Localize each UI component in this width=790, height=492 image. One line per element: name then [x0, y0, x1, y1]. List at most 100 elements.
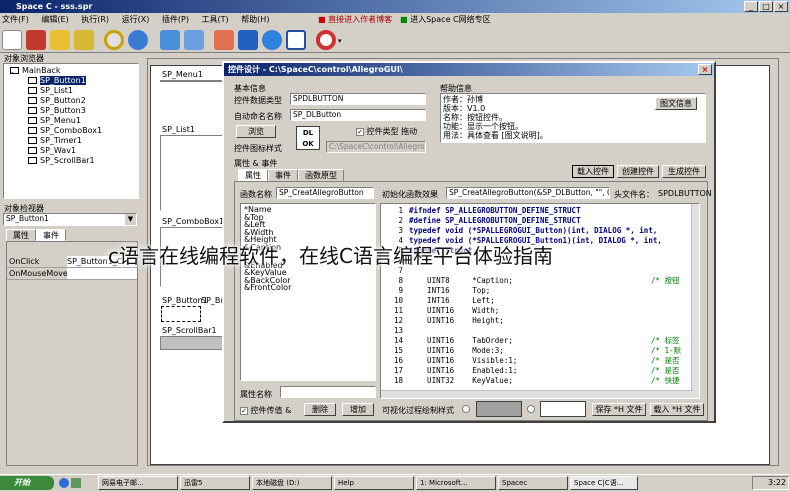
menu-plugin[interactable]: 插件(P)	[162, 15, 189, 24]
tree-item[interactable]: SP_ScrollBar1	[10, 156, 138, 166]
gear-settings-icon[interactable]	[160, 30, 180, 50]
start-button[interactable]: 开始	[0, 476, 54, 490]
delete-button[interactable]: 删除	[304, 403, 336, 416]
new-file-icon[interactable]	[2, 30, 22, 50]
maximize-button[interactable]: □	[759, 1, 773, 12]
task-microsoft[interactable]: 1: Microsoft...	[416, 476, 496, 490]
code-line: 15 UINT16 Mode:3; /* 1-默	[381, 346, 699, 356]
horizontal-scrollbar[interactable]	[381, 390, 693, 398]
vertical-scrollbar[interactable]	[691, 204, 699, 398]
desktop-icon[interactable]	[71, 478, 81, 488]
control-icon	[28, 147, 37, 154]
tree-item[interactable]: SP_ComboBox1	[10, 126, 138, 136]
func-name-field[interactable]: SP_CreatAllegroButton	[276, 187, 374, 199]
tab-properties[interactable]: 属性	[6, 229, 36, 241]
chevron-down-icon[interactable]: ▾	[338, 37, 342, 45]
design-list-box[interactable]	[160, 135, 224, 211]
design-scrollbar[interactable]	[160, 336, 224, 350]
design-label-menu[interactable]: SP_Menu1	[162, 70, 203, 79]
toolbar: ▾	[0, 27, 790, 53]
browse-button[interactable]: 浏览	[236, 125, 276, 138]
menu-help[interactable]: 帮助(H)	[241, 15, 269, 24]
type-field[interactable]: SPDLBUTTON	[290, 93, 426, 105]
line-number: 9	[398, 286, 403, 295]
props-list[interactable]: *Name &Top &Left &Width &Height &Caption…	[240, 203, 376, 381]
color-swatch-gray[interactable]	[476, 401, 522, 417]
code-editor[interactable]: 1 #ifndef SP_ALLEGROBUTTON_DEFINE_STRUCT 2…	[380, 203, 700, 399]
menu-edit[interactable]: 编辑(E)	[41, 15, 68, 24]
tab-events[interactable]: 事件	[268, 169, 298, 181]
dl-ok-icon: DL OK	[296, 126, 320, 150]
task-disk[interactable]: 本地磁盘 (D:)	[252, 476, 332, 490]
create-control-button[interactable]: 创建控件	[617, 165, 659, 178]
refresh-icon[interactable]	[128, 30, 148, 50]
tab-properties[interactable]: 属性	[238, 169, 268, 181]
tree-item[interactable]: SP_Timer1	[10, 136, 138, 146]
tree-item[interactable]: SP_Button1	[10, 76, 138, 86]
open-folder-icon[interactable]	[26, 30, 46, 50]
task-xunlei[interactable]: 迅雷5	[180, 476, 250, 490]
checkbox-icon[interactable]: ✓	[240, 407, 248, 415]
lifebuoy-help-icon[interactable]	[316, 30, 336, 50]
menu-exec[interactable]: 执行(R)	[81, 15, 109, 24]
ie-icon[interactable]	[59, 478, 69, 488]
tree-expand-icon[interactable]: -	[10, 67, 19, 77]
color-swatch-white[interactable]	[540, 401, 586, 417]
save-icon[interactable]	[74, 30, 94, 50]
open-icon[interactable]	[50, 30, 70, 50]
prop-name-field[interactable]	[280, 386, 376, 398]
init-field[interactable]: SP_CreatAllegroButton(&SP_DLButton, "", …	[446, 187, 610, 199]
design-menu-bar[interactable]	[160, 80, 230, 82]
dialog-close-button[interactable]: ×	[698, 64, 712, 75]
task-spacec-c[interactable]: Space C|C语...	[570, 476, 638, 490]
generate-control-button[interactable]: 生成控件	[662, 165, 706, 178]
close-button[interactable]: ×	[774, 1, 788, 12]
list-item[interactable]: &FrontColor	[244, 284, 372, 292]
design-selected-button[interactable]	[161, 306, 201, 322]
window-icon[interactable]	[286, 30, 306, 50]
edit-icon[interactable]	[214, 30, 234, 50]
dialog-icon[interactable]	[184, 30, 204, 50]
minimize-button[interactable]: _	[744, 1, 758, 12]
menu-run[interactable]: 运行(X)	[122, 15, 150, 24]
code-line: 2 #define SP_ALLEGROBUTTON_DEFINE_STRUCT	[381, 216, 699, 226]
checkbox-icon[interactable]: ✓	[356, 128, 364, 136]
path-field[interactable]: C:\SpaceC\control\AllegroGUI\	[326, 141, 426, 153]
menu-file[interactable]: 文件(F)	[2, 15, 29, 24]
load-h-button[interactable]: 载入 *H 文件	[650, 403, 704, 416]
menu-tools[interactable]: 工具(T)	[202, 15, 229, 24]
task-help[interactable]: Help	[334, 476, 414, 490]
tab-prototype[interactable]: 函数原型	[298, 169, 344, 181]
chevron-down-icon[interactable]: ▼	[125, 214, 136, 225]
search-icon[interactable]	[104, 30, 124, 50]
object-select[interactable]: SP_Button1 ▼	[3, 213, 137, 226]
task-spacec[interactable]: Spacec	[498, 476, 568, 490]
tree-item-root[interactable]: - MainBack	[10, 66, 138, 77]
load-control-button[interactable]: 载入控件	[572, 165, 614, 178]
tree-item[interactable]: SP_Button2	[10, 96, 138, 106]
tools-icon[interactable]	[238, 30, 258, 50]
blog-link[interactable]: ■ 直接进入作者博客	[318, 14, 392, 26]
design-label-list[interactable]: SP_List1	[162, 125, 195, 134]
tab-events[interactable]: 事件	[36, 229, 66, 241]
tree-item[interactable]: SP_Button3	[10, 106, 138, 116]
forum-link[interactable]: ■ 进入Space C网络专区	[400, 14, 491, 26]
gear-icon[interactable]	[262, 30, 282, 50]
prop-pass-checkbox[interactable]: ✓ 控件传值 &	[240, 405, 291, 416]
radio-icon[interactable]	[462, 405, 470, 413]
add-button[interactable]: 增加	[342, 403, 374, 416]
design-label-combo[interactable]: SP_ComboBox1	[162, 217, 224, 226]
tree-item[interactable]: SP_List1	[10, 86, 138, 96]
task-mail[interactable]: 网易电子邮...	[98, 476, 178, 490]
tree-item[interactable]: SP_Menu1	[10, 116, 138, 126]
save-h-button[interactable]: 保存 *H 文件	[592, 403, 646, 416]
table-row[interactable]: OnMouseMove	[7, 268, 137, 280]
radio-icon[interactable]	[527, 405, 535, 413]
code-line: 9 INT16 Top;	[381, 286, 699, 296]
tree-item[interactable]: SP_Wav1	[10, 146, 138, 156]
help-info-button[interactable]: 图文信息	[655, 97, 697, 110]
code-text: UINT16 TabOrder;	[409, 336, 513, 345]
type-checkbox[interactable]: ✓ 控件类型 拖动	[356, 126, 417, 137]
design-label-scrollbar[interactable]: SP_ScrollBar1	[162, 326, 217, 335]
auto-name-field[interactable]: SP_DLButton	[290, 109, 426, 121]
